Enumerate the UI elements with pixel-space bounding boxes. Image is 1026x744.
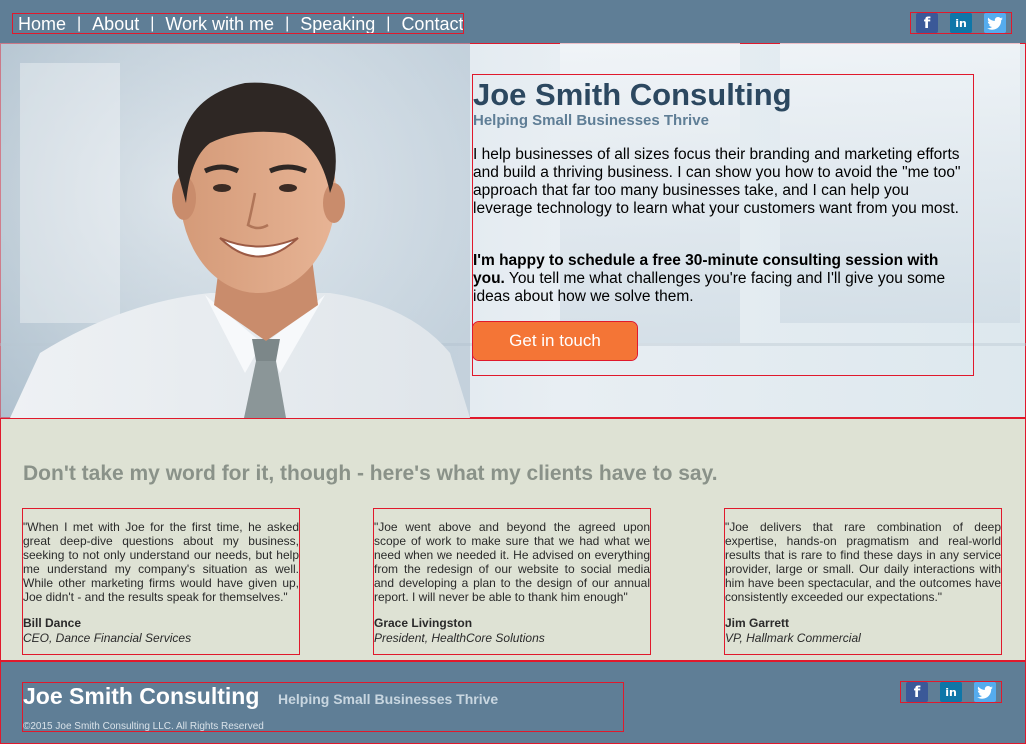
twitter-icon[interactable] xyxy=(984,13,1006,33)
testimonial-card: "When I met with Joe for the first time,… xyxy=(22,508,300,655)
site-header: Home | About | Work with me | Speaking |… xyxy=(0,0,1026,43)
nav-about-link[interactable]: About xyxy=(92,14,139,34)
testimonial-role: VP, Hallmark Commercial xyxy=(725,631,861,645)
hero-offer-rest: You tell me what challenges you're facin… xyxy=(473,270,946,305)
footer-social-links: f in xyxy=(900,681,1002,703)
testimonial-name: Jim Garrett xyxy=(725,616,790,630)
testimonials-section: Don't take my word for it, though - here… xyxy=(0,418,1026,661)
footer-brand: Joe Smith Consulting Helping Small Busin… xyxy=(22,682,624,732)
nav-contact-link[interactable]: Contact xyxy=(401,14,463,34)
testimonial-role: CEO, Dance Financial Services xyxy=(23,631,192,645)
nav-separator: | xyxy=(285,14,290,32)
hero-intro-paragraph: I help businesses of all sizes focus the… xyxy=(473,146,961,217)
hero-section: Joe Smith Consulting Helping Small Busin… xyxy=(0,43,1026,418)
testimonials-heading: Don't take my word for it, though - here… xyxy=(23,462,718,485)
linkedin-icon[interactable]: in xyxy=(940,682,962,702)
facebook-icon[interactable]: f xyxy=(916,13,938,33)
footer-title: Joe Smith Consulting xyxy=(23,683,260,709)
facebook-icon[interactable]: f xyxy=(906,682,928,702)
nav-speaking-link[interactable]: Speaking xyxy=(300,14,375,34)
header-social-links: f in xyxy=(910,12,1012,34)
hero-offer-paragraph: I'm happy to schedule a free 30-minute c… xyxy=(473,252,968,306)
nav-separator: | xyxy=(77,14,82,32)
testimonial-name: Bill Dance xyxy=(23,616,82,630)
testimonial-card: "Joe went above and beyond the agreed up… xyxy=(373,508,651,655)
linkedin-icon[interactable]: in xyxy=(950,13,972,33)
hero-title: Joe Smith Consulting xyxy=(473,77,792,112)
testimonial-name: Grace Livingston xyxy=(374,616,473,630)
nav-separator: | xyxy=(150,14,155,32)
nav-work-with-me-link[interactable]: Work with me xyxy=(165,14,274,34)
testimonial-card: "Joe delivers that rare combination of d… xyxy=(724,508,1002,655)
hero-text-block: Joe Smith Consulting Helping Small Busin… xyxy=(472,74,974,376)
hero-subtitle: Helping Small Businesses Thrive xyxy=(473,112,709,129)
footer-tagline: Helping Small Businesses Thrive xyxy=(278,691,499,707)
testimonial-quote: "When I met with Joe for the first time,… xyxy=(23,520,299,604)
nav-separator: | xyxy=(386,14,391,32)
main-nav: Home | About | Work with me | Speaking |… xyxy=(12,13,464,34)
get-in-touch-button[interactable]: Get in touch xyxy=(472,321,638,361)
testimonial-quote: "Joe went above and beyond the agreed up… xyxy=(374,520,650,604)
testimonial-quote: "Joe delivers that rare combination of d… xyxy=(725,520,1001,604)
testimonial-role: President, HealthCore Solutions xyxy=(374,631,545,645)
copyright-text: ©2015 Joe Smith Consulting LLC. All Righ… xyxy=(23,721,264,732)
twitter-icon[interactable] xyxy=(974,682,996,702)
site-footer: Joe Smith Consulting Helping Small Busin… xyxy=(0,661,1026,744)
nav-home-link[interactable]: Home xyxy=(18,14,66,34)
hero-portrait-image xyxy=(0,43,470,418)
